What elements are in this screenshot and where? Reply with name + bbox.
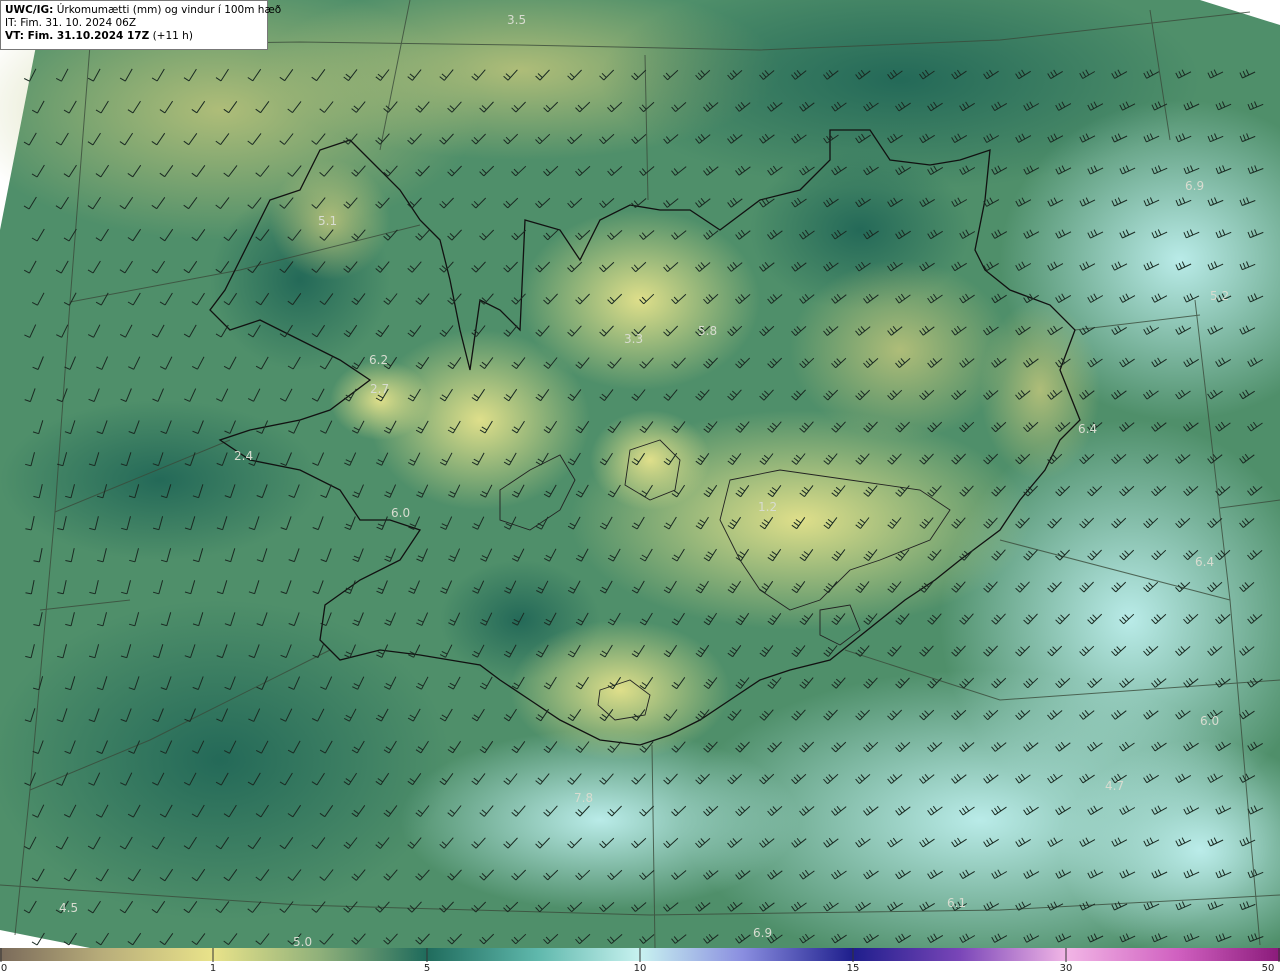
precipitation-field	[0, 0, 1280, 948]
colorbar-tick-label: 1	[209, 963, 217, 974]
map-label: 5.1	[318, 214, 337, 228]
colorbar-tick-label: 15	[846, 963, 860, 974]
map-label: 5.8	[698, 324, 717, 338]
map-label: 6.2	[369, 353, 388, 367]
lead-time: (+11 h)	[152, 30, 193, 42]
valid-time: VT: Fim. 31.10.2024 17Z	[5, 30, 150, 42]
forecast-header: UWC/IG: Úrkomumætti (mm) og vindur í 100…	[0, 0, 281, 50]
map-label: 6.0	[1200, 714, 1219, 728]
map-label: 1.2	[758, 500, 777, 514]
map-label: 2.7	[370, 382, 389, 396]
precipitation-wind-map: 3.5 5.1 6.2 2.7 2.4 6.0 3.3 5.8 5.2 6.4 …	[0, 0, 1280, 948]
product-title: Úrkomumætti (mm) og vindur í 100m hæð	[56, 4, 282, 16]
model-name: UWC/IG:	[5, 4, 54, 16]
map-label: 6.4	[1078, 422, 1097, 436]
map-label: 4.7	[1105, 779, 1124, 793]
colorbar-tick-label: 50	[1261, 963, 1275, 974]
colorbar-tick-label: 10	[633, 963, 647, 974]
map-label: 6.1	[947, 896, 966, 910]
map-label: 5.0	[293, 935, 312, 948]
map-label: 3.3	[624, 332, 643, 346]
map-label: 3.5	[507, 13, 526, 27]
colorbar-tick-label: 30	[1059, 963, 1073, 974]
map-label: 4.5	[59, 901, 78, 915]
colorbar-tick-label: 5	[423, 963, 431, 974]
map-label: 6.9	[1185, 179, 1204, 193]
map-label: 6.9	[753, 926, 772, 940]
map-label: 7.8	[574, 791, 593, 805]
init-time: IT: Fim. 31. 10. 2024 06Z	[5, 17, 137, 29]
map-label: 5.2	[1210, 289, 1229, 303]
map-label: 6.0	[391, 506, 410, 520]
map-label: 6.4	[1195, 555, 1214, 569]
map-label: 2.4	[234, 449, 253, 463]
colorbar-tick-label: 0	[0, 963, 8, 974]
